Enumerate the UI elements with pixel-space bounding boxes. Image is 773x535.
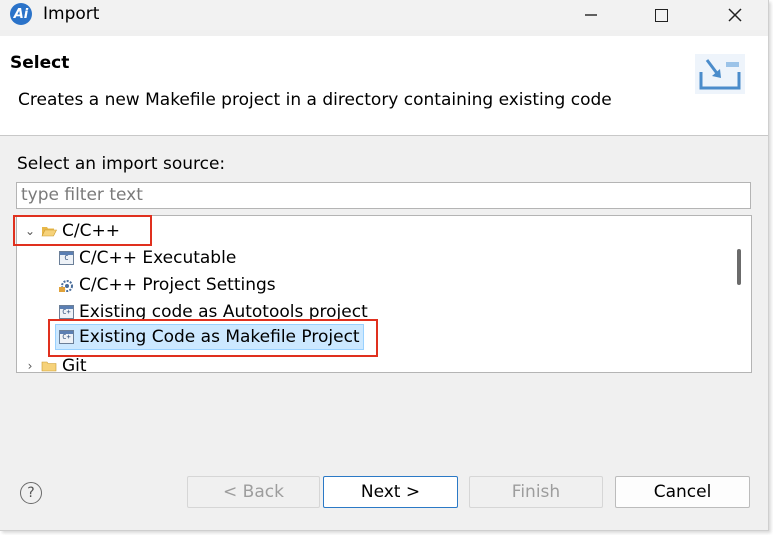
tree-item-label: Git bbox=[62, 356, 87, 373]
tree-item-label: C/C++ Project Settings bbox=[79, 275, 276, 295]
maximize-button[interactable] bbox=[638, 0, 684, 30]
close-icon bbox=[728, 8, 742, 22]
background-window-edge bbox=[769, 118, 773, 178]
next-button[interactable]: Next > bbox=[323, 476, 458, 508]
import-source-label: Select an import source: bbox=[17, 154, 226, 174]
tree-item-label: Existing code as Autotools project bbox=[79, 302, 368, 322]
tree-item-label: C/C++ Executable bbox=[79, 248, 237, 268]
cpp-project-icon: C+ bbox=[59, 305, 74, 319]
import-wizard-icon bbox=[695, 54, 745, 94]
wizard-header: Select Creates a new Makefile project in… bbox=[0, 36, 768, 136]
selected-item[interactable]: C+ Existing Code as Makefile Project bbox=[55, 324, 364, 350]
folder-icon bbox=[41, 361, 57, 372]
tree-item-label: Existing Code as Makefile Project bbox=[79, 327, 360, 347]
folder-open-icon bbox=[41, 227, 57, 237]
filter-input[interactable]: type filter text bbox=[16, 182, 751, 209]
tree-item-cpp-project-settings[interactable]: C/C++ Project Settings bbox=[59, 272, 276, 298]
window-title: Import bbox=[43, 4, 100, 24]
import-source-tree[interactable]: ⌄ C/C++ C C/C++ Executable C/C++ Project… bbox=[16, 215, 752, 373]
back-button[interactable]: < Back bbox=[187, 476, 320, 508]
maximize-icon bbox=[654, 8, 668, 22]
tree-item-cpp[interactable]: ⌄ C/C++ bbox=[23, 218, 120, 244]
app-icon: Ai bbox=[10, 3, 32, 25]
help-icon[interactable]: ? bbox=[20, 482, 42, 504]
tree-item-autotools[interactable]: C+ Existing code as Autotools project bbox=[59, 299, 368, 325]
page-description: Creates a new Makefile project in a dire… bbox=[18, 90, 612, 110]
chevron-right-icon[interactable]: › bbox=[23, 359, 37, 372]
tree-item-cpp-executable[interactable]: C C/C++ Executable bbox=[59, 245, 236, 271]
page-title: Select bbox=[10, 53, 70, 73]
tree-item-git[interactable]: › Git bbox=[23, 353, 87, 373]
minimize-button[interactable] bbox=[568, 0, 614, 30]
minimize-icon bbox=[585, 14, 597, 16]
cancel-button[interactable]: Cancel bbox=[615, 476, 750, 508]
tree-item-makefile-project[interactable]: C+ Existing Code as Makefile Project bbox=[55, 324, 364, 350]
tree-item-label: C/C++ bbox=[62, 221, 120, 241]
finish-button[interactable]: Finish bbox=[469, 476, 603, 508]
project-settings-icon bbox=[59, 279, 73, 292]
chevron-down-icon[interactable]: ⌄ bbox=[23, 224, 37, 238]
import-dialog: Ai Import Select Creates a new Makefile … bbox=[0, 0, 769, 531]
close-button[interactable] bbox=[712, 0, 758, 30]
tree-scrollbar[interactable] bbox=[737, 249, 741, 285]
cpp-project-icon: C+ bbox=[59, 330, 74, 344]
c-executable-icon: C bbox=[59, 251, 74, 265]
title-bar[interactable]: Ai Import bbox=[0, 0, 768, 30]
